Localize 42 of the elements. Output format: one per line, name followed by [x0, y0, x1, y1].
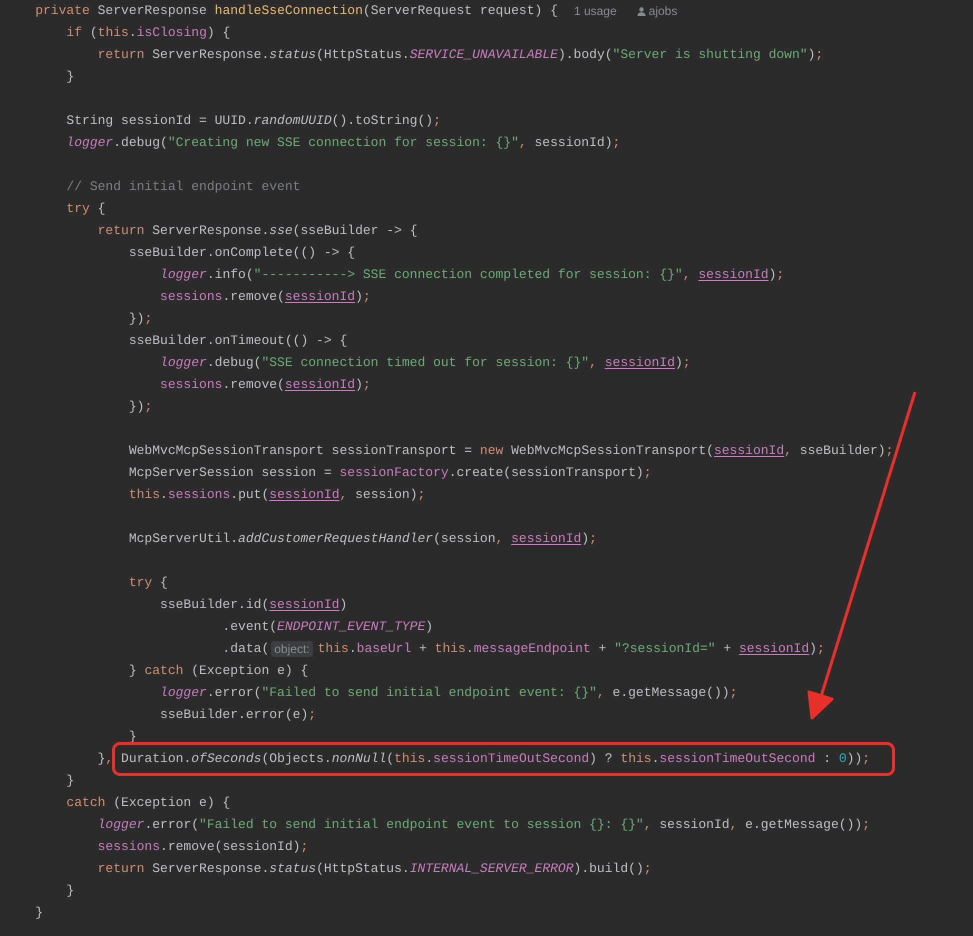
code-text: logger.debug("SSE connection timed out for session: {}", sessionId);: [159, 354, 691, 372]
code-text: .data(: [221, 640, 270, 658]
code-text: this.baseUrl + this.messageEndpoint + "?sessionId=" + sessionId);: [318, 640, 825, 658]
code-text: try {: [128, 574, 168, 592]
code-text: logger.debug("Creating new SSE connection for session: {}", sessionId);: [65, 134, 620, 152]
code-text: sessions.remove(sessionId);: [159, 288, 371, 306]
author-hint[interactable]: ajobs: [648, 0, 678, 22]
code-text: private ServerResponse handleSseConnection(ServerRequest request) {: [34, 2, 558, 20]
code-text: try {: [65, 200, 106, 218]
code-text: McpServerSession session = sessionFactory.create(sessionTransport);: [128, 464, 652, 482]
code-text: });: [128, 398, 152, 416]
parameter-hint: object:: [271, 641, 313, 657]
code-text: } catch (Exception e) {: [128, 662, 308, 680]
code-text: return ServerResponse.status(HttpStatus.INTERNAL_SERVER_ERROR).build();: [96, 860, 652, 878]
code-text: return ServerResponse.sse(sseBuilder -> {: [96, 222, 418, 240]
code-text: Duration.ofSeconds(Objects.nonNull(this.sessionTimeOutSecond) ? this.sessionTimeOutSecond : 0));: [121, 751, 870, 766]
code-text: sseBuilder.onComplete(() -> {: [128, 244, 356, 262]
code-text: sseBuilder.id(sessionId): [159, 596, 348, 614]
code-text: this.sessions.put(sessionId, session);: [128, 486, 426, 504]
code-text: sessions.remove(sessionId);: [96, 838, 308, 856]
code-text: .event(ENDPOINT_EVENT_TYPE): [221, 618, 434, 636]
code-text: String sessionId = UUID.randomUUID().toString();: [65, 112, 441, 130]
code-text: WebMvcMcpSessionTransport sessionTransport = new WebMvcMcpSessionTransport(sessionId, sseBuilder);: [128, 442, 894, 460]
code-text: }: [65, 772, 74, 790]
person-icon: [636, 6, 646, 16]
code-text: }: [65, 882, 74, 900]
code-text: });: [128, 310, 152, 328]
code-text: sessions.remove(sessionId);: [159, 376, 371, 394]
code-text: }: [65, 68, 74, 86]
usages-hint[interactable]: 1 usage: [574, 0, 617, 22]
code-text: },: [96, 750, 114, 768]
code-text: return ServerResponse.status(HttpStatus.SERVICE_UNAVAILABLE).body("Server is shutting down");: [96, 46, 824, 64]
code-text: logger.error("Failed to send initial endpoint event: {}", e.getMessage());: [159, 684, 738, 702]
code-text: logger.error("Failed to send initial endpoint event to session {}: {}", sessionId, e.getMessage());: [96, 816, 870, 834]
code-text: sseBuilder.onTimeout(() -> {: [128, 332, 348, 350]
code-text: }: [34, 904, 44, 922]
code-text: catch (Exception e) {: [65, 794, 230, 812]
code-text: sseBuilder.error(e);: [159, 706, 316, 724]
code-text: // Send initial endpoint event: [65, 178, 300, 196]
code-text: McpServerUtil.addCustomerRequestHandler(session, sessionId);: [128, 530, 597, 548]
code-text: logger.info("-----------> SSE connection completed for session: {}", sessionId);: [159, 266, 784, 284]
code-text: if (this.isClosing) {: [65, 24, 230, 42]
